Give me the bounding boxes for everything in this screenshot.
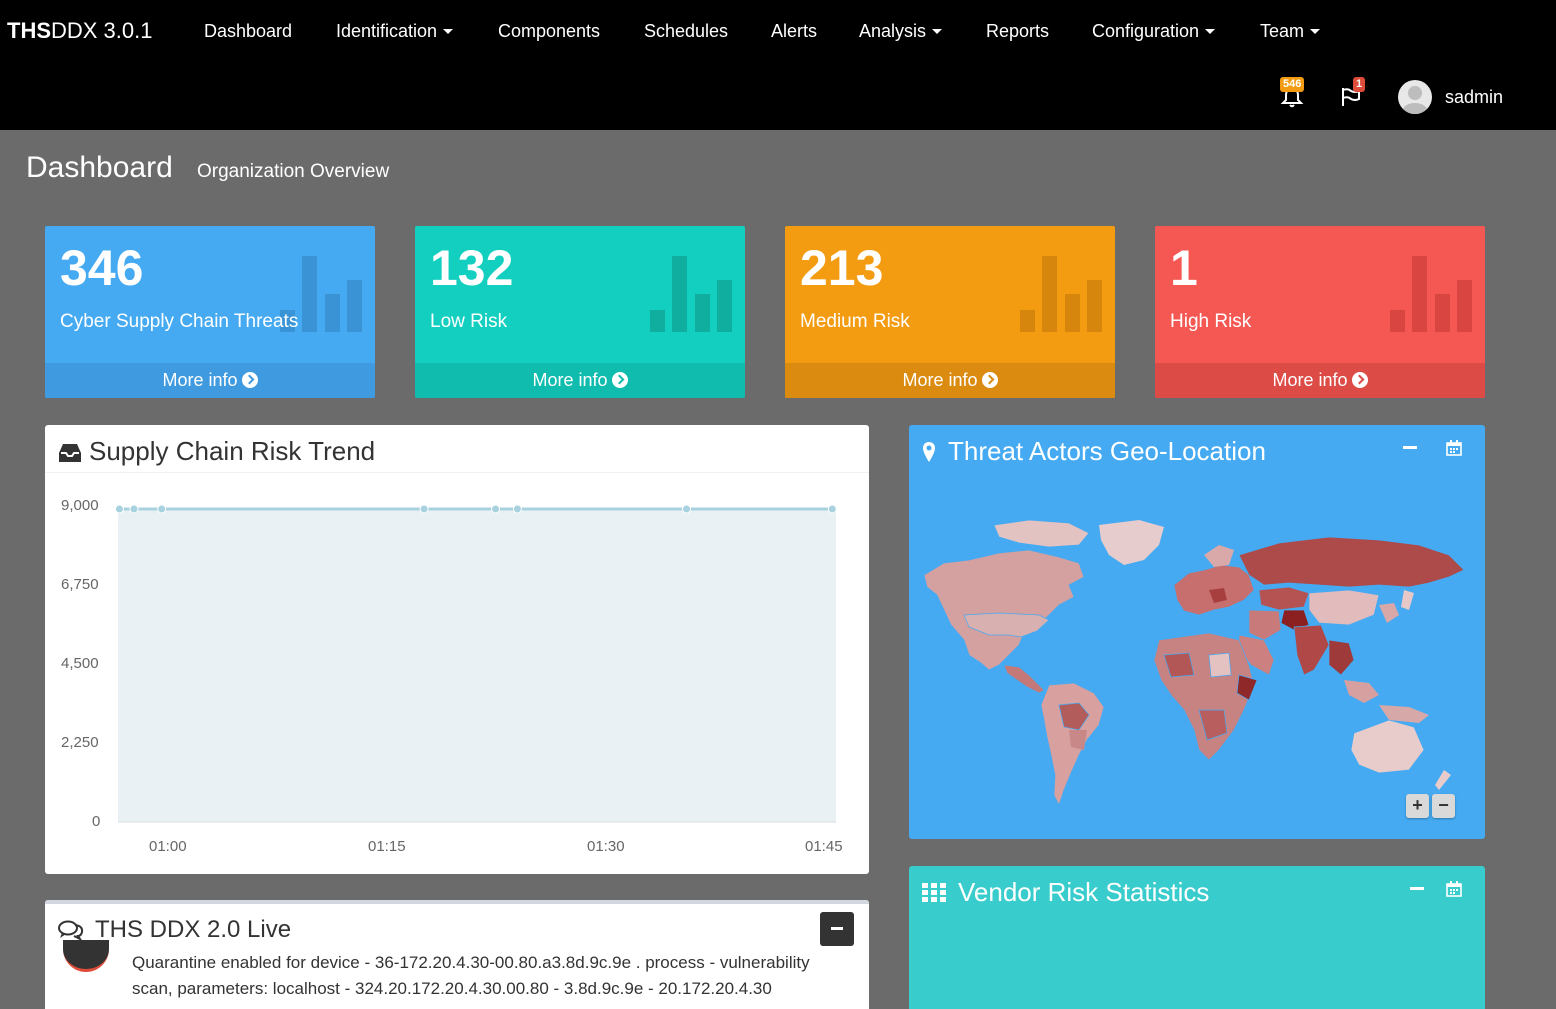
stat-label: High Risk	[1170, 311, 1252, 332]
x-tick-label: 01:00	[149, 838, 187, 855]
panel-top-border	[45, 900, 869, 904]
live-message: Quarantine enabled for device - 36-172.2…	[132, 950, 822, 1002]
arrow-circle-right-icon	[1351, 372, 1368, 388]
top-navbar: THSDDX 3.0.1 Dashboard Identification Co…	[0, 0, 1556, 130]
panel-title: THS DDX 2.0 Live	[95, 916, 292, 943]
stat-box-threats: 346 Cyber Supply Chain Threats More info	[45, 226, 375, 398]
more-info-label: More info	[532, 370, 608, 390]
user-image	[63, 940, 109, 972]
world-map[interactable]	[909, 515, 1485, 815]
risk-trend-chart[interactable]	[45, 425, 869, 874]
calendar-icon[interactable]	[1446, 440, 1462, 456]
nav-dashboard-label: Dashboard	[204, 21, 293, 41]
stat-label: Cyber Supply Chain Threats	[60, 311, 299, 332]
data-point[interactable]	[682, 504, 692, 514]
collapse-button[interactable]	[820, 912, 854, 946]
nav-team[interactable]: Team	[1260, 19, 1321, 43]
bar-chart-icon	[1390, 256, 1474, 332]
nav-reports-label: Reports	[986, 21, 1050, 41]
brand-bold: THS	[7, 18, 51, 43]
flags-count-badge: 1	[1353, 77, 1366, 92]
data-point[interactable]	[827, 504, 837, 514]
user-icon	[1402, 86, 1428, 114]
nav-alerts[interactable]: Alerts	[771, 19, 817, 43]
arrow-circle-right-icon	[241, 372, 258, 388]
nav-analysis-label: Analysis	[859, 21, 927, 41]
nav-alerts-label: Alerts	[771, 21, 818, 41]
nav-identification[interactable]: Identification	[336, 19, 454, 43]
caret-down-icon	[443, 28, 454, 34]
arrow-circle-right-icon	[981, 372, 998, 388]
calendar-icon[interactable]	[1446, 881, 1462, 897]
zoom-out-button[interactable]: −	[1432, 794, 1455, 818]
nav-dashboard[interactable]: Dashboard	[204, 19, 292, 43]
data-point[interactable]	[129, 504, 139, 514]
nav-schedules[interactable]: Schedules	[644, 19, 728, 43]
risk-trend-panel: Supply Chain Risk Trend 9,000 6,750 4,50…	[45, 425, 869, 874]
caret-down-icon	[1205, 28, 1216, 34]
panel-title: Vendor Risk Statistics	[958, 877, 1210, 907]
arrow-circle-right-icon	[611, 372, 628, 388]
table-icon	[922, 883, 946, 902]
nav-analysis[interactable]: Analysis	[859, 19, 943, 43]
page-subtitle: Organization Overview	[197, 161, 390, 182]
data-point[interactable]	[114, 504, 124, 514]
bar-chart-icon	[650, 256, 734, 332]
nav-reports[interactable]: Reports	[986, 19, 1049, 43]
caret-down-icon	[1310, 28, 1321, 34]
brand-version: DDX 3.0.1	[51, 18, 153, 43]
nav-configuration-label: Configuration	[1092, 21, 1200, 41]
chart-area-fill	[118, 509, 836, 822]
notifications-count-badge: 546	[1280, 77, 1305, 92]
brand-logo[interactable]: THSDDX 3.0.1	[7, 17, 153, 45]
nav-team-label: Team	[1260, 21, 1305, 41]
stat-box-medium-risk: 213 Medium Risk More info	[785, 226, 1115, 398]
data-point[interactable]	[419, 504, 429, 514]
stat-box-low-risk: 132 Low Risk More info	[415, 226, 745, 398]
data-point[interactable]	[157, 504, 167, 514]
comments-icon	[58, 920, 84, 940]
more-info-link[interactable]: More info	[785, 363, 1115, 398]
stat-label: Low Risk	[430, 311, 508, 332]
nav-components-label: Components	[498, 21, 601, 41]
x-tick-label: 01:30	[587, 838, 625, 855]
collapse-button[interactable]	[1410, 887, 1424, 890]
stat-value: 213	[800, 240, 884, 296]
live-message-continued: localhost - 324.20.172.20.4.30.00.80 - 3…	[272, 979, 772, 998]
data-point[interactable]	[491, 504, 501, 514]
stat-value: 1	[1170, 240, 1198, 296]
more-info-label: More info	[902, 370, 978, 390]
nav-components[interactable]: Components	[498, 19, 600, 43]
stat-label: Medium Risk	[800, 311, 910, 332]
more-info-label: More info	[1272, 370, 1348, 390]
panel-title: Threat Actors Geo-Location	[948, 436, 1266, 466]
more-info-label: More info	[162, 370, 238, 390]
page-title: Dashboard	[26, 151, 173, 184]
minus-icon	[831, 927, 843, 930]
map-marker-icon	[923, 442, 935, 462]
nav-schedules-label: Schedules	[644, 21, 729, 41]
collapse-button[interactable]	[1403, 446, 1417, 449]
username[interactable]: sadmin	[1445, 85, 1503, 109]
x-tick-label: 01:45	[805, 838, 843, 855]
more-info-link[interactable]: More info	[1155, 363, 1485, 398]
caret-down-icon	[932, 28, 943, 34]
nav-identification-label: Identification	[336, 21, 438, 41]
x-tick-label: 01:15	[368, 838, 406, 855]
vendor-risk-panel: Vendor Risk Statistics	[909, 866, 1485, 1009]
stat-value: 132	[430, 240, 514, 296]
zoom-in-button[interactable]: +	[1406, 794, 1429, 818]
geo-location-panel: Threat Actors Geo-Location + −	[909, 425, 1485, 839]
avatar[interactable]	[1398, 80, 1432, 114]
data-point[interactable]	[512, 504, 522, 514]
stat-box-high-risk: 1 High Risk More info	[1155, 226, 1485, 398]
more-info-link[interactable]: More info	[45, 363, 375, 398]
bar-chart-icon	[1020, 256, 1104, 332]
stat-value: 346	[60, 240, 144, 296]
nav-configuration[interactable]: Configuration	[1092, 19, 1216, 43]
more-info-link[interactable]: More info	[415, 363, 745, 398]
